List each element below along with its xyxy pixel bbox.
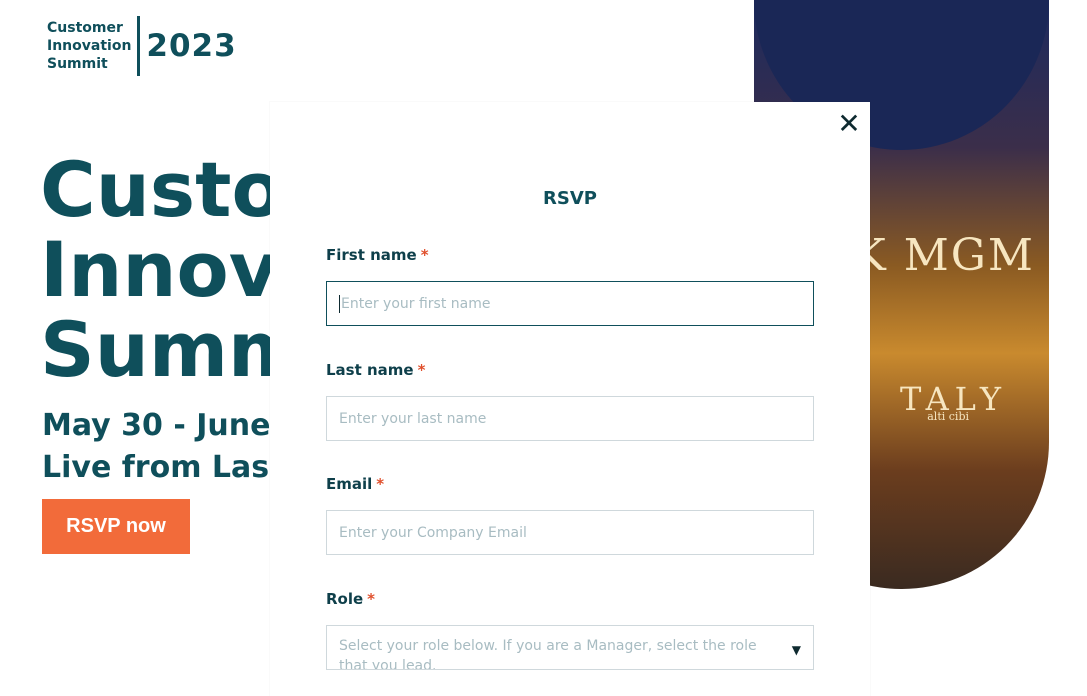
last-name-input[interactable]: Enter your last name bbox=[326, 396, 814, 441]
email-label: Email * bbox=[326, 475, 384, 493]
close-icon[interactable]: ✕ bbox=[837, 110, 861, 138]
last-name-label-text: Last name bbox=[326, 361, 414, 379]
role-select[interactable]: Select your role below. If you are a Man… bbox=[326, 625, 814, 670]
first-name-input[interactable]: Enter your first name bbox=[326, 281, 814, 326]
role-placeholder: Select your role below. If you are a Man… bbox=[339, 638, 757, 670]
email-placeholder: Enter your Company Email bbox=[339, 524, 527, 541]
rsvp-modal: ✕ RSVP First name * Enter your first name… bbox=[270, 102, 870, 696]
role-label-text: Role bbox=[326, 590, 364, 608]
last-name-placeholder: Enter your last name bbox=[339, 410, 487, 427]
required-mark: * bbox=[420, 246, 429, 264]
first-name-placeholder: Enter your first name bbox=[341, 295, 491, 312]
first-name-label: First name * bbox=[326, 246, 429, 264]
first-name-label-text: First name bbox=[326, 246, 417, 264]
email-input[interactable]: Enter your Company Email bbox=[326, 510, 814, 555]
modal-title: RSVP bbox=[543, 188, 597, 209]
required-mark: * bbox=[367, 590, 376, 608]
required-mark: * bbox=[376, 475, 385, 493]
last-name-label: Last name * bbox=[326, 361, 425, 379]
required-mark: * bbox=[417, 361, 426, 379]
email-label-text: Email bbox=[326, 475, 373, 493]
role-label: Role * bbox=[326, 590, 375, 608]
chevron-down-icon: ▼ bbox=[791, 643, 801, 657]
text-caret bbox=[339, 294, 340, 313]
